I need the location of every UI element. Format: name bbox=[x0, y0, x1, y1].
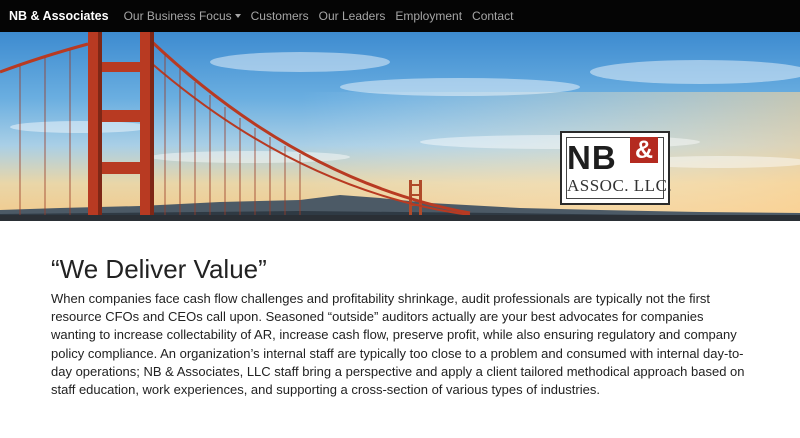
logo-subtitle: ASSOC. LLC. bbox=[567, 176, 673, 195]
chevron-down-icon bbox=[234, 14, 241, 18]
main-content: “We Deliver Value” When companies face c… bbox=[51, 252, 751, 399]
nav-item-contact[interactable]: Contact bbox=[472, 9, 513, 23]
nav-item-employment[interactable]: Employment bbox=[395, 9, 462, 23]
nav-item-business-focus[interactable]: Our Business Focus bbox=[124, 9, 241, 23]
nav-item-customers[interactable]: Customers bbox=[251, 9, 309, 23]
company-logo: NB & ASSOC. LLC. bbox=[560, 131, 673, 205]
logo-ampersand: & bbox=[630, 137, 658, 163]
brand-link[interactable]: NB & Associates bbox=[9, 9, 109, 23]
logo-initials: NB bbox=[567, 139, 617, 176]
top-navbar: NB & Associates Our Business Focus Custo… bbox=[0, 0, 800, 32]
golden-gate-bridge-image bbox=[0, 32, 800, 221]
page-headline: “We Deliver Value” bbox=[51, 254, 267, 284]
intro-paragraph: When companies face cash flow challenges… bbox=[51, 291, 745, 398]
nav-item-our-leaders[interactable]: Our Leaders bbox=[319, 9, 386, 23]
nav-item-label: Our Business Focus bbox=[123, 9, 232, 23]
hero-banner: NB & ASSOC. LLC. bbox=[0, 32, 800, 221]
